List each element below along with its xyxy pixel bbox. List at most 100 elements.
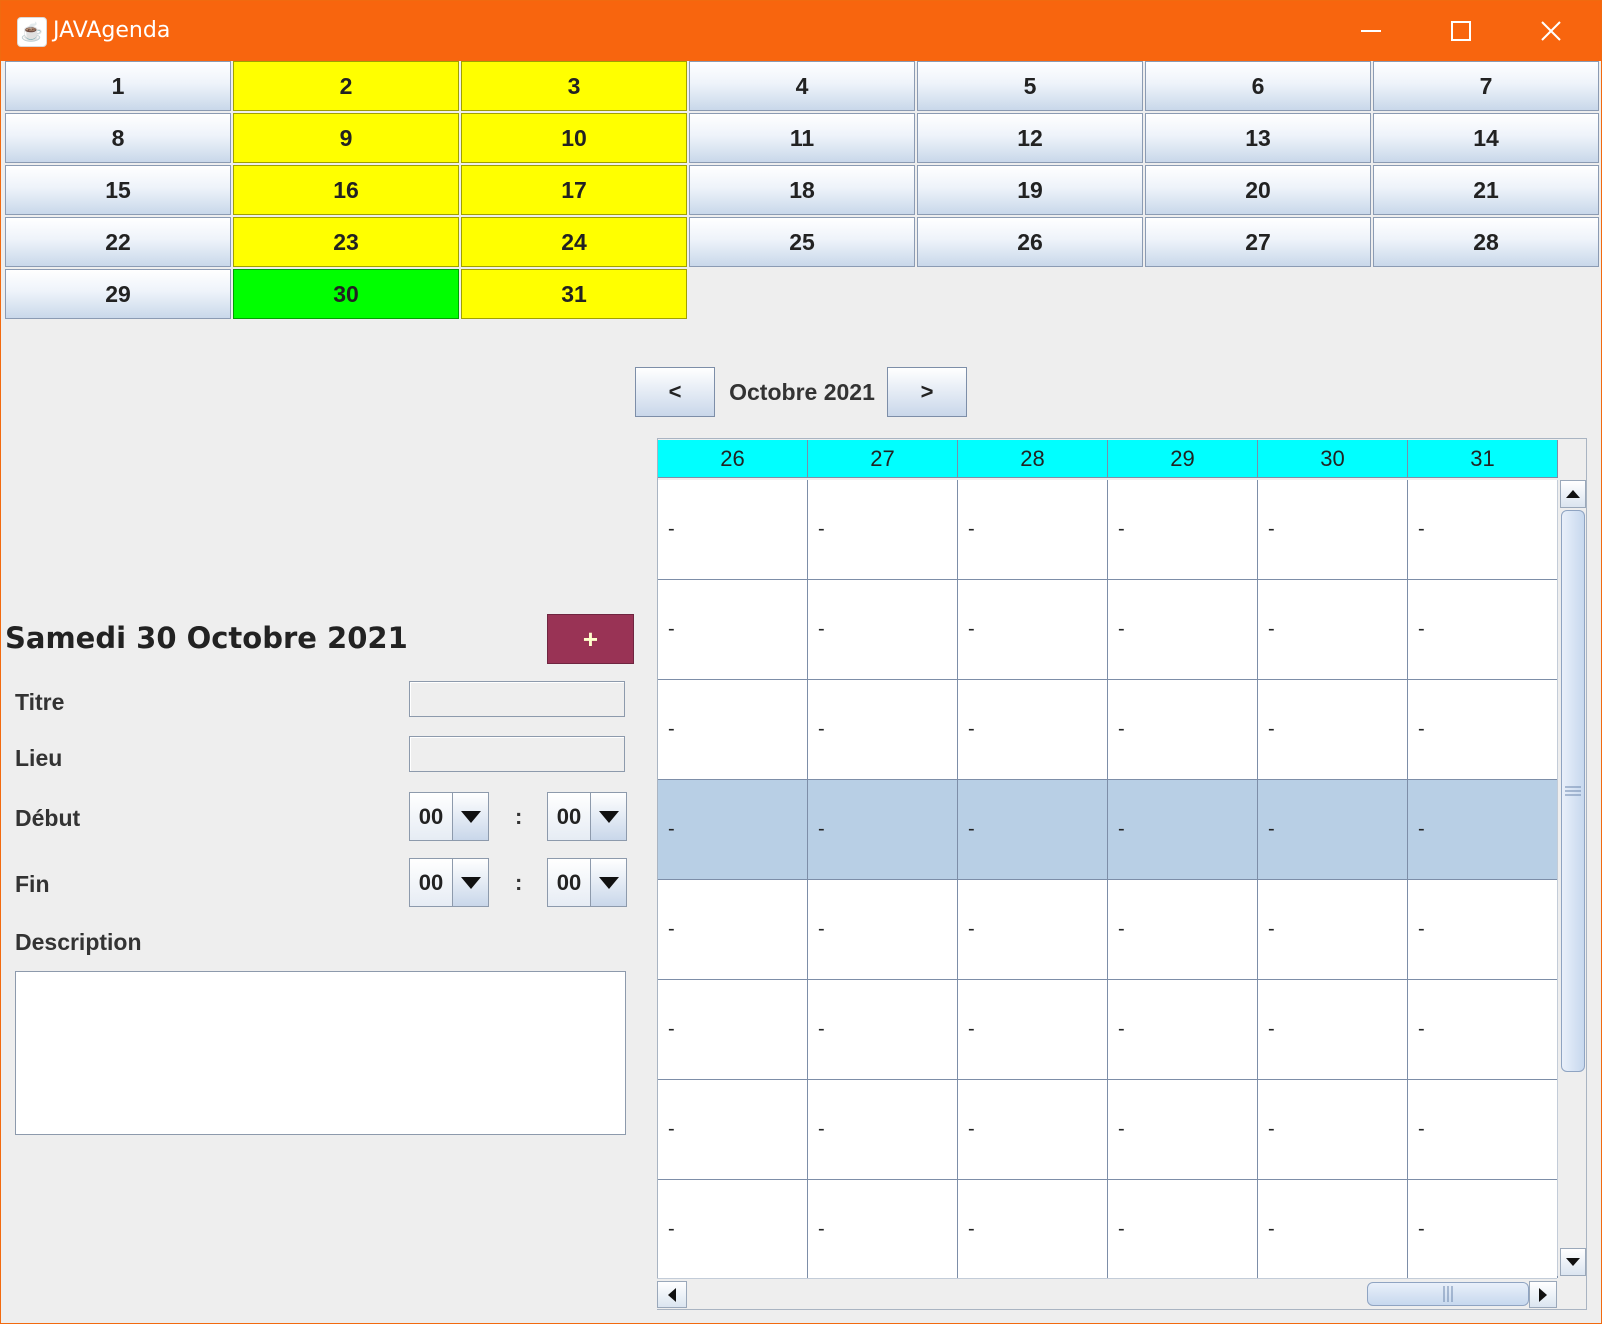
scroll-up-button[interactable] [1560,480,1586,508]
table-cell[interactable]: - [808,1080,958,1180]
title-field[interactable] [409,681,625,717]
table-cell[interactable]: - [1258,780,1408,880]
table-cell[interactable]: - [808,880,958,980]
chevron-down-icon[interactable] [453,793,488,840]
scroll-left-button[interactable] [657,1281,687,1308]
maximize-button[interactable] [1416,1,1506,61]
start-hour-select[interactable]: 00 [409,792,489,841]
column-header[interactable]: 28 [958,440,1108,478]
table-cell[interactable]: - [658,680,808,780]
table-cell[interactable]: - [1408,980,1558,1080]
table-cell[interactable]: - [1108,780,1258,880]
day-button-28[interactable]: 28 [1373,217,1599,267]
close-button[interactable] [1506,1,1596,61]
table-cell[interactable]: - [808,1180,958,1280]
table-cell[interactable]: - [1258,480,1408,580]
table-cell[interactable]: - [1258,1180,1408,1280]
scroll-down-button[interactable] [1560,1248,1586,1276]
table-cell[interactable]: - [1258,880,1408,980]
day-button-13[interactable]: 13 [1145,113,1371,163]
table-cell[interactable]: - [808,780,958,880]
table-cell[interactable]: - [1408,1180,1558,1280]
chevron-down-icon[interactable] [453,859,488,906]
day-button-3[interactable]: 3 [461,61,687,111]
day-button-15[interactable]: 15 [5,165,231,215]
table-cell[interactable]: - [1108,1180,1258,1280]
day-button-26[interactable]: 26 [917,217,1143,267]
table-cell[interactable]: - [958,680,1108,780]
day-button-9[interactable]: 9 [233,113,459,163]
end-hour-select[interactable]: 00 [409,858,489,907]
day-button-30[interactable]: 30 [233,269,459,319]
table-cell[interactable]: - [1258,680,1408,780]
table-cell[interactable]: - [658,880,808,980]
table-cell[interactable]: - [1408,1080,1558,1180]
day-button-6[interactable]: 6 [1145,61,1371,111]
column-header[interactable]: 27 [808,440,958,478]
chevron-down-icon[interactable] [591,793,626,840]
day-button-7[interactable]: 7 [1373,61,1599,111]
minimize-button[interactable] [1326,1,1416,61]
place-field[interactable] [409,736,625,772]
table-cell[interactable]: - [958,880,1108,980]
day-button-2[interactable]: 2 [233,61,459,111]
day-button-16[interactable]: 16 [233,165,459,215]
column-header[interactable]: 26 [658,440,808,478]
day-button-5[interactable]: 5 [917,61,1143,111]
vertical-scroll-thumb[interactable] [1561,510,1585,1072]
previous-month-button[interactable]: < [635,367,715,417]
table-cell[interactable]: - [658,480,808,580]
table-cell[interactable]: - [1108,680,1258,780]
horizontal-scroll-thumb[interactable] [1367,1282,1529,1306]
day-button-8[interactable]: 8 [5,113,231,163]
day-button-10[interactable]: 10 [461,113,687,163]
start-minute-select[interactable]: 00 [547,792,627,841]
table-cell[interactable]: - [958,980,1108,1080]
horizontal-scrollbar[interactable] [657,1278,1557,1309]
table-cell[interactable]: - [1108,580,1258,680]
day-button-12[interactable]: 12 [917,113,1143,163]
add-event-button[interactable]: + [547,614,634,664]
table-cell[interactable]: - [1108,980,1258,1080]
day-button-19[interactable]: 19 [917,165,1143,215]
day-button-31[interactable]: 31 [461,269,687,319]
table-cell[interactable]: - [1408,680,1558,780]
scroll-right-button[interactable] [1529,1281,1557,1308]
table-cell[interactable]: - [958,480,1108,580]
end-minute-select[interactable]: 00 [547,858,627,907]
day-button-29[interactable]: 29 [5,269,231,319]
column-header[interactable]: 31 [1408,440,1558,478]
day-button-17[interactable]: 17 [461,165,687,215]
column-header[interactable]: 29 [1108,440,1258,478]
table-cell[interactable]: - [808,980,958,1080]
day-button-11[interactable]: 11 [689,113,915,163]
day-button-25[interactable]: 25 [689,217,915,267]
table-cell[interactable]: - [1408,580,1558,680]
column-header[interactable]: 30 [1258,440,1408,478]
table-cell[interactable]: - [808,580,958,680]
table-cell[interactable]: - [658,1080,808,1180]
vertical-scrollbar[interactable] [1557,480,1586,1276]
table-cell[interactable]: - [958,780,1108,880]
table-cell[interactable]: - [1408,780,1558,880]
table-cell[interactable]: - [808,680,958,780]
table-cell[interactable]: - [808,480,958,580]
day-button-1[interactable]: 1 [5,61,231,111]
table-cell[interactable]: - [1108,880,1258,980]
table-cell[interactable]: - [1408,880,1558,980]
day-button-27[interactable]: 27 [1145,217,1371,267]
table-cell[interactable]: - [1258,980,1408,1080]
table-cell[interactable]: - [1258,1080,1408,1180]
table-cell[interactable]: - [958,580,1108,680]
table-cell[interactable]: - [1408,480,1558,580]
table-cell[interactable]: - [958,1180,1108,1280]
table-cell[interactable]: - [658,580,808,680]
table-cell[interactable]: - [658,1180,808,1280]
day-button-22[interactable]: 22 [5,217,231,267]
description-textarea[interactable] [15,971,626,1135]
next-month-button[interactable]: > [887,367,967,417]
day-button-18[interactable]: 18 [689,165,915,215]
table-cell[interactable]: - [658,980,808,1080]
day-button-21[interactable]: 21 [1373,165,1599,215]
table-cell[interactable]: - [1108,1080,1258,1180]
